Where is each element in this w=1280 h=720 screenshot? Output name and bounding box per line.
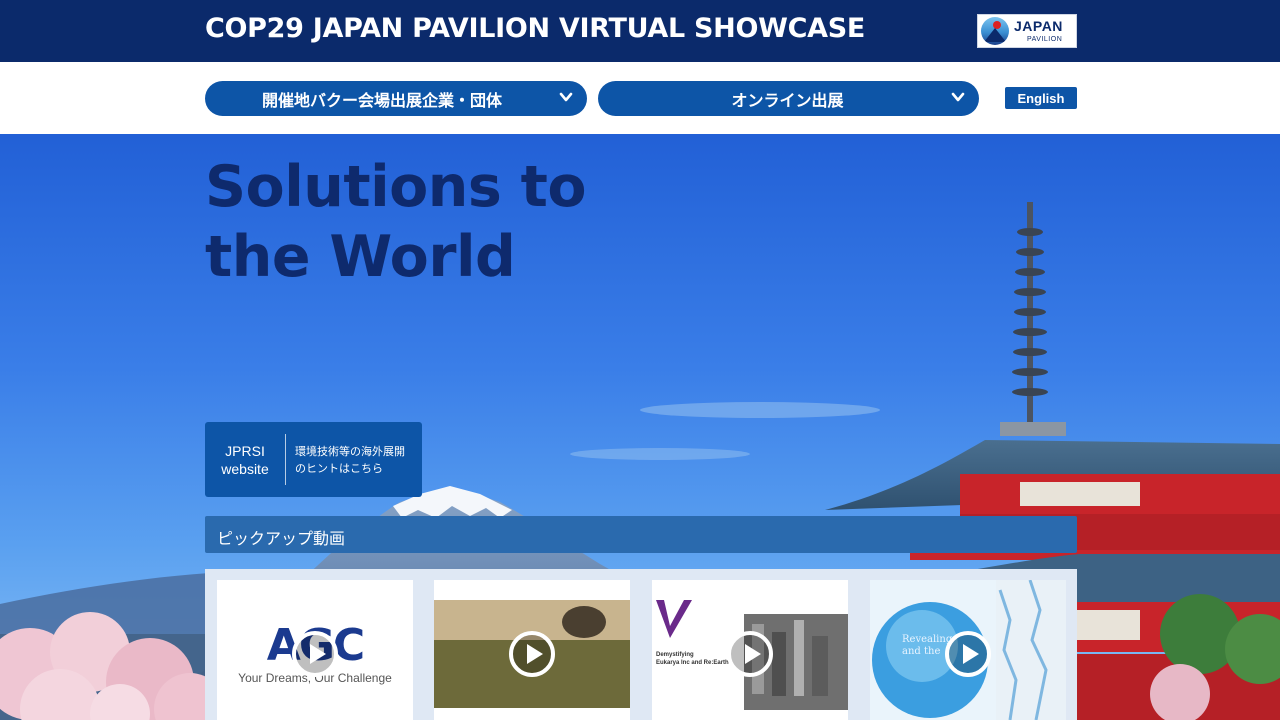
pickup-videos-title: ピックアップ動画 (217, 531, 346, 548)
jprsi-label-line-2: website (221, 461, 269, 477)
water-title-line-2: and the (902, 646, 941, 657)
chevron-down-icon (559, 92, 573, 102)
hero-title-line-2: the World (205, 224, 516, 290)
jprsi-label-line-1: JPRSI (225, 443, 265, 459)
japan-pavilion-logo[interactable]: JAPAN PAVILION (977, 14, 1077, 48)
hero-title: Solutions to the World (205, 152, 587, 292)
jprsi-desc-line-1: 環境技術等の海外展開 (295, 446, 405, 458)
video-card-water[interactable]: Revealing and the (870, 580, 1066, 720)
online-exhibits-dropdown[interactable]: オンライン出展 (598, 81, 979, 116)
chevron-down-icon (951, 92, 965, 102)
play-icon[interactable] (508, 630, 556, 678)
video-card-field[interactable] (434, 580, 630, 720)
jprsi-desc-line-2: のヒントはこちら (295, 463, 383, 475)
video-card-eukarya[interactable]: Demystifying Eukarya Inc and Re:Earth (652, 580, 848, 720)
mount-fuji-icon (981, 17, 1009, 45)
play-icon[interactable] (726, 630, 774, 678)
jprsi-label: JPRSI website (205, 442, 285, 478)
venue-exhibitors-dropdown[interactable]: 開催地バクー会場出展企業・団体 (205, 81, 587, 116)
jprsi-website-button[interactable]: JPRSI website 環境技術等の海外展開 のヒントはこちら (205, 422, 422, 497)
video-card-agc[interactable]: AGC Your Dreams, Our Challenge (217, 580, 413, 720)
play-icon[interactable] (291, 630, 339, 678)
online-exhibits-label: オンライン出展 (731, 92, 844, 110)
logo-sub: PAVILION (1027, 36, 1063, 43)
jprsi-description: 環境技術等の海外展開 のヒントはこちら (295, 444, 420, 478)
hero-title-line-1: Solutions to (205, 154, 587, 220)
divider (285, 434, 286, 485)
eukarya-title-line-2: Eukarya Inc and Re:Earth (656, 660, 729, 666)
play-icon[interactable] (944, 630, 992, 678)
venue-exhibitors-label: 開催地バクー会場出展企業・団体 (261, 92, 502, 110)
site-header: COP29 JAPAN PAVILION VIRTUAL SHOWCASE JA… (0, 0, 1280, 62)
pickup-videos-header: ピックアップ動画 (205, 516, 1077, 553)
logo-word: JAPAN (1014, 18, 1063, 34)
site-title[interactable]: COP29 JAPAN PAVILION VIRTUAL SHOWCASE (205, 13, 865, 44)
eukarya-title-line-1: Demystifying (656, 652, 694, 658)
english-language-button[interactable]: English (1005, 87, 1077, 109)
